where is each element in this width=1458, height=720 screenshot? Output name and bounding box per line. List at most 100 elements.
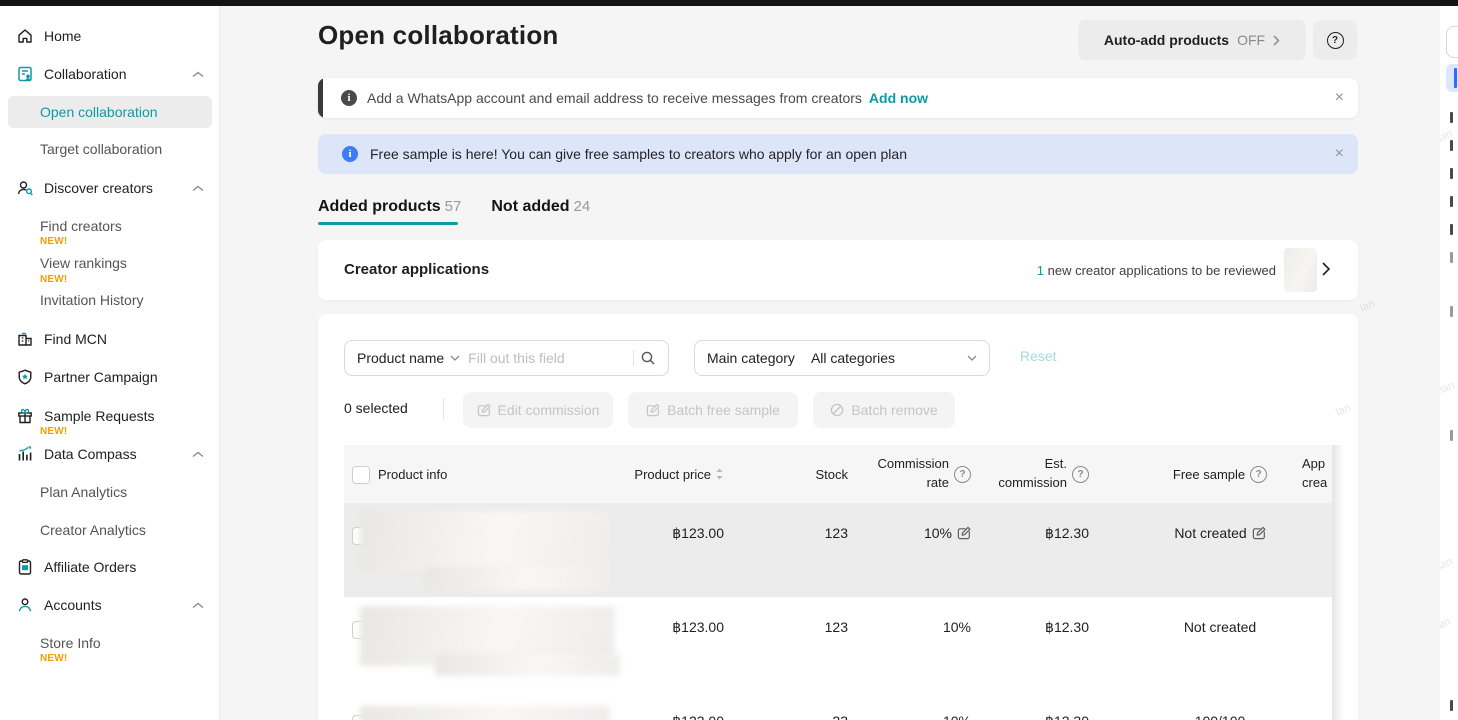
- sidebar-item-label: Accounts: [44, 597, 102, 613]
- sliver-list-item-fragment: [1450, 112, 1453, 123]
- sidebar-item-label: Store Info: [40, 635, 101, 651]
- product-name-blur: [435, 654, 620, 676]
- sidebar-item-label: Find MCN: [44, 331, 107, 347]
- watermark-text: lan: [1440, 616, 1452, 633]
- sidebar-item-view-rankings[interactable]: View rankings: [0, 249, 220, 277]
- table-row[interactable]: ฿123.00 23 10% ฿12.30 100/100: [344, 691, 1332, 720]
- sidebar-item-partner-campaign[interactable]: Partner Campaign: [0, 363, 220, 391]
- product-search-combo[interactable]: Product name: [344, 340, 669, 376]
- cell-free-sample: Not created: [1144, 616, 1296, 638]
- sidebar-item-label: Invitation History: [40, 292, 143, 308]
- select-all-checkbox[interactable]: [352, 466, 370, 484]
- active-tab-underline: [318, 222, 458, 225]
- sidebar-item-store-info[interactable]: Store Info: [0, 629, 220, 657]
- cell-commission-rate: 10%: [844, 616, 971, 638]
- sidebar-item-invitation-history[interactable]: Invitation History: [0, 286, 220, 314]
- sidebar-item-target-collaboration[interactable]: Target collaboration: [0, 135, 220, 163]
- product-name-blur: [425, 567, 611, 591]
- question-circle-icon: [1327, 32, 1344, 49]
- cell-commission-rate: 10%: [844, 522, 971, 544]
- product-thumbnail-blur: [360, 511, 610, 571]
- chevron-up-icon[interactable]: [192, 602, 204, 609]
- cell-value: Not created: [1174, 525, 1246, 541]
- col-product-info: Product info: [378, 445, 447, 503]
- cell-free-sample: 100/100: [1144, 710, 1296, 720]
- col-label: Commission rate: [869, 455, 949, 493]
- chevron-right-icon[interactable]: [1322, 262, 1330, 278]
- help-button[interactable]: [1313, 20, 1357, 60]
- sidebar-item-accounts[interactable]: Accounts: [0, 591, 220, 619]
- sliver-list-item-fragment: [1450, 196, 1453, 207]
- search-field-selector[interactable]: Product name: [357, 350, 444, 366]
- chevron-down-icon: [450, 355, 460, 361]
- edit-free-sample-icon[interactable]: [1252, 526, 1266, 540]
- chevron-up-icon[interactable]: [192, 185, 204, 192]
- sidebar-item-affiliate-orders[interactable]: Affiliate Orders: [0, 553, 220, 581]
- creator-applications-card[interactable]: Creator applications 1 new creator appli…: [318, 240, 1358, 300]
- table-row[interactable]: ฿123.00 123 10% ฿12.30 Not created: [344, 503, 1332, 597]
- creator-applications-title: Creator applications: [344, 261, 489, 278]
- batch-free-sample-button[interactable]: Batch free sample: [628, 392, 798, 428]
- sidebar-item-discover-creators[interactable]: Discover creators: [0, 174, 220, 202]
- table-row[interactable]: ฿123.00 123 10% ฿12.30 Not created: [344, 597, 1332, 691]
- main-content: Open collaboration Auto-add products OFF…: [220, 6, 1440, 720]
- col-label: App: [1302, 456, 1325, 471]
- question-circle-icon[interactable]: [1250, 466, 1267, 483]
- info-icon: [341, 90, 357, 106]
- auto-add-state: OFF: [1237, 32, 1265, 48]
- col-est-commission: Est. commission: [964, 445, 1089, 503]
- banner-accent-bar: [318, 78, 323, 118]
- cell-product-price: ฿123.00: [574, 710, 724, 720]
- banner-text: Free sample is here! You can give free s…: [370, 146, 907, 162]
- question-circle-icon[interactable]: [1072, 466, 1089, 483]
- sidebar-item-open-collaboration[interactable]: Open collaboration: [8, 96, 212, 128]
- batch-remove-button[interactable]: Batch remove: [813, 392, 955, 428]
- reset-button[interactable]: Reset: [1020, 348, 1057, 364]
- cell-product-price: ฿123.00: [574, 522, 724, 544]
- sidebar-item-label: Sample Requests: [44, 408, 155, 424]
- sidebar-item-home[interactable]: Home: [0, 22, 220, 50]
- close-icon[interactable]: ×: [1335, 90, 1344, 106]
- col-product-price[interactable]: Product price: [574, 445, 724, 503]
- sidebar-item-collaboration[interactable]: Collaboration: [0, 60, 220, 88]
- home-icon: [16, 27, 34, 45]
- sidebar-item-label: Open collaboration: [40, 104, 158, 120]
- sidebar-item-data-compass[interactable]: Data Compass: [0, 440, 220, 468]
- sidebar-item-sample-requests[interactable]: Sample Requests: [0, 402, 220, 430]
- chevron-up-icon[interactable]: [192, 71, 204, 78]
- cell-est-commission: ฿12.30: [964, 616, 1089, 638]
- sort-icon[interactable]: [715, 467, 724, 481]
- tab-count: 24: [574, 198, 591, 215]
- search-icon[interactable]: [640, 350, 656, 366]
- search-input[interactable]: [466, 349, 627, 367]
- sliver-list-item-fragment: [1450, 168, 1453, 179]
- sidebar-item-find-mcn[interactable]: Find MCN: [0, 325, 220, 353]
- main-category-select[interactable]: Main category All categories: [694, 340, 990, 376]
- col-free-sample: Free sample: [1144, 445, 1296, 503]
- new-applications-count: 1: [1037, 263, 1044, 278]
- add-now-link[interactable]: Add now: [869, 90, 928, 106]
- sidebar-item-plan-analytics[interactable]: Plan Analytics: [0, 478, 220, 506]
- accounts-icon: [16, 596, 34, 614]
- sidebar-item-creator-analytics[interactable]: Creator Analytics: [0, 516, 220, 544]
- tab-not-added[interactable]: Not added 24: [491, 198, 590, 216]
- close-icon[interactable]: ×: [1335, 146, 1344, 162]
- divider: [443, 398, 444, 420]
- col-label: crea: [1302, 475, 1327, 490]
- cell-product-price: ฿123.00: [574, 616, 724, 638]
- sliver-list-item-fragment: [1450, 306, 1453, 317]
- selected-count: 0 selected: [344, 400, 408, 416]
- sidebar-item-label: Home: [44, 28, 81, 44]
- tab-count: 57: [445, 198, 462, 215]
- sliver-list-item-fragment: [1450, 700, 1453, 711]
- tab-added-products[interactable]: Added products 57: [318, 198, 461, 216]
- sidebar-item-label: Discover creators: [44, 180, 153, 196]
- chevron-up-icon[interactable]: [192, 451, 204, 458]
- product-list-card: Product name Main category All categorie…: [318, 314, 1358, 720]
- sidebar-item-find-creators[interactable]: Find creators: [0, 212, 220, 240]
- edit-commission-button[interactable]: Edit commission: [463, 392, 613, 428]
- sidebar-item-label: Partner Campaign: [44, 369, 158, 385]
- auto-add-products-button[interactable]: Auto-add products OFF: [1078, 20, 1306, 60]
- prohibit-icon: [830, 403, 844, 417]
- sidebar-item-label: Creator Analytics: [40, 522, 146, 538]
